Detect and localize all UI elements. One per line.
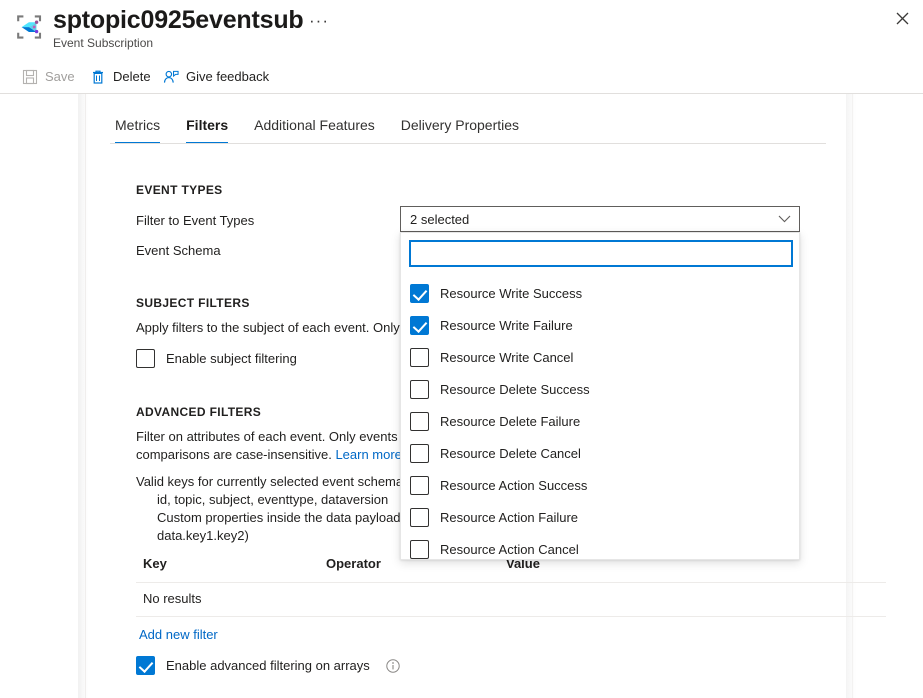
- label-event-schema: Event Schema: [136, 243, 221, 258]
- checkbox-box: [410, 348, 429, 367]
- valid-keys-intro: Valid keys for currently selected event …: [136, 473, 400, 491]
- event-type-option-resource-delete-cancel[interactable]: Resource Delete Cancel: [401, 437, 801, 469]
- option-label: Resource Action Success: [440, 478, 587, 493]
- combobox-selected-value: 2 selected: [401, 212, 769, 227]
- checkbox-box: [410, 540, 429, 559]
- list-item-line2: data.key1.key2): [157, 527, 402, 545]
- option-label: Resource Action Cancel: [440, 542, 579, 557]
- event-type-option-resource-action-failure[interactable]: Resource Action Failure: [401, 501, 801, 533]
- filter-to-event-types-combobox[interactable]: 2 selected: [400, 206, 800, 232]
- list-item: Custom properties inside the data payloa…: [157, 509, 402, 545]
- event-types-search-field[interactable]: [409, 240, 793, 267]
- chevron-down-icon: [769, 215, 799, 223]
- section-heading-event-types: EVENT TYPES: [136, 183, 223, 197]
- section-heading-subject-filters: SUBJECT FILTERS: [136, 296, 250, 310]
- learn-more-link[interactable]: Learn more: [335, 447, 400, 462]
- info-circle-icon[interactable]: [386, 659, 400, 673]
- checkbox-box: [136, 349, 155, 368]
- section-heading-advanced-filters: ADVANCED FILTERS: [136, 405, 261, 419]
- subject-filters-description: Apply filters to the subject of each eve…: [136, 319, 400, 337]
- option-label: Resource Write Failure: [440, 318, 573, 333]
- list-item-line1: Custom properties inside the data payloa…: [157, 509, 402, 527]
- checkbox-box: [410, 284, 429, 303]
- table-empty-message: No results: [143, 591, 202, 606]
- checkbox-box: [136, 656, 155, 675]
- option-label: Resource Write Cancel: [440, 350, 573, 365]
- enable-subject-filtering-label: Enable subject filtering: [166, 351, 297, 366]
- valid-keys-list: id, topic, subject, eventtype, dataversi…: [140, 491, 402, 545]
- event-type-option-resource-action-success[interactable]: Resource Action Success: [401, 469, 801, 501]
- option-label: Resource Delete Failure: [440, 414, 580, 429]
- checkbox-box: [410, 444, 429, 463]
- checkbox-box: [410, 412, 429, 431]
- table-divider-bottom: [136, 616, 886, 617]
- option-label: Resource Write Success: [440, 286, 582, 301]
- event-type-option-resource-write-cancel[interactable]: Resource Write Cancel: [401, 341, 801, 373]
- list-item: id, topic, subject, eventtype, dataversi…: [157, 491, 402, 509]
- option-label: Resource Action Failure: [440, 510, 578, 525]
- event-type-option-resource-action-cancel[interactable]: Resource Action Cancel: [401, 533, 801, 565]
- event-type-option-resource-write-failure[interactable]: Resource Write Failure: [401, 309, 801, 341]
- advanced-filters-description-line2: comparisons are case-insensitive. Learn …: [136, 446, 400, 464]
- option-label: Resource Delete Success: [440, 382, 590, 397]
- advanced-filters-description-line1: Filter on attributes of each event. Only…: [136, 428, 400, 446]
- event-types-dropdown-flyout: Resource Write Success Resource Write Fa…: [400, 232, 800, 560]
- label-filter-to-event-types: Filter to Event Types: [136, 213, 254, 228]
- azure-portal-blade: sptopic0925eventsub ··· Event Subscripti…: [0, 0, 923, 698]
- event-type-option-resource-delete-failure[interactable]: Resource Delete Failure: [401, 405, 801, 437]
- checkbox-box: [410, 508, 429, 527]
- checkbox-box: [410, 476, 429, 495]
- checkbox-box: [410, 316, 429, 335]
- checkbox-box: [410, 380, 429, 399]
- enable-advanced-filtering-on-arrays-checkbox[interactable]: Enable advanced filtering on arrays: [136, 656, 400, 675]
- add-new-filter-link[interactable]: Add new filter: [139, 627, 218, 642]
- option-label: Resource Delete Cancel: [440, 446, 581, 461]
- advanced-filters-description-text: comparisons are case-insensitive.: [136, 447, 332, 462]
- event-type-option-resource-delete-success[interactable]: Resource Delete Success: [401, 373, 801, 405]
- enable-subject-filtering-checkbox[interactable]: Enable subject filtering: [136, 349, 297, 368]
- column-header-key: Key: [143, 556, 167, 571]
- enable-advanced-filtering-on-arrays-label: Enable advanced filtering on arrays: [166, 658, 370, 673]
- column-header-operator: Operator: [326, 556, 381, 571]
- event-types-search-input[interactable]: [411, 242, 791, 265]
- event-type-option-resource-write-success[interactable]: Resource Write Success: [401, 277, 801, 309]
- table-divider-top: [136, 582, 886, 583]
